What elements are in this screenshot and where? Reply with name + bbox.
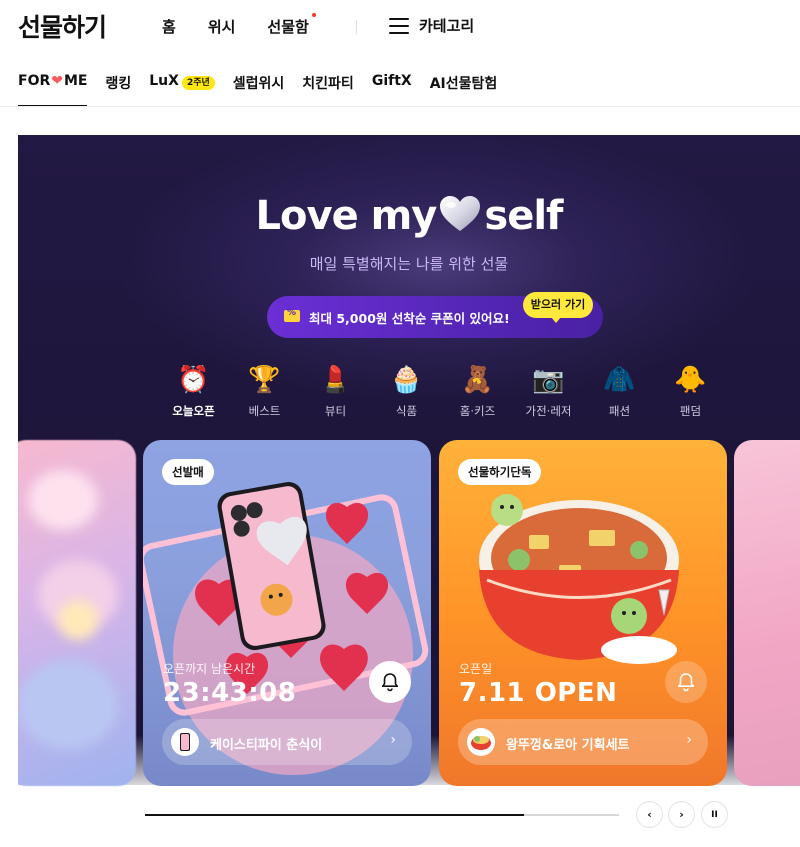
nav-home[interactable]: 홈: [162, 16, 176, 37]
category-label: 뷰티: [324, 404, 347, 418]
tab-for-me[interactable]: FOR ❤ ME: [18, 70, 88, 107]
bell-icon: [677, 673, 695, 692]
countdown-timer: 23:43:08: [163, 678, 297, 708]
category-today-open[interactable]: ⏰ 오늘오픈: [158, 363, 229, 419]
logo[interactable]: 선물하기: [18, 8, 107, 44]
carousel-progress-fill: [145, 814, 525, 816]
coupon-text: 최대 5,000원 선착순 쿠폰이 있어요!: [309, 311, 510, 326]
category-appliance-leisure[interactable]: 📷 가전·레저: [513, 363, 584, 419]
open-date: 7.11 OPEN: [459, 678, 618, 708]
tab-ai-gift[interactable]: AI선물탐험: [430, 70, 498, 107]
tab-for-me-post: ME: [63, 73, 88, 89]
product-thumbnail: [171, 728, 199, 756]
teddy-bear-icon: 🧸: [461, 365, 494, 395]
category-label: 식품: [395, 404, 418, 418]
nav-giftbox[interactable]: 선물함: [267, 13, 316, 37]
product-link[interactable]: 케이스티파이 춘식이 ›: [162, 719, 412, 765]
trophy-icon: 🏆: [248, 365, 281, 395]
category-label: 카테고리: [419, 17, 475, 35]
tab-giftx[interactable]: GiftX: [372, 70, 412, 107]
tab-lux[interactable]: LuX 2주년: [149, 70, 215, 107]
character-heart-icon: 🐥: [674, 365, 707, 395]
category-label: 홈·키즈: [459, 404, 496, 418]
carousel-progress: [145, 814, 619, 816]
cupcake-icon: 🧁: [390, 365, 423, 395]
bell-icon: [381, 673, 399, 692]
category-icons: ⏰ 오늘오픈 🏆 베스트 💄 뷰티 🧁 식품 🧸 홈·키즈 📷 가전·레저 🧥 …: [158, 363, 726, 419]
exclusive-chip: 선물하기단독: [458, 459, 542, 485]
hero-title-right: self: [484, 193, 563, 239]
carousel-card-casetify[interactable]: 선발매 오픈까지 남은시간 23:43:08 케이스티파이 춘식이 ›: [143, 440, 431, 786]
notify-bell-button[interactable]: [665, 661, 707, 703]
coupon-cta-button[interactable]: 받으러 가기: [523, 292, 593, 323]
menu-icon: [389, 17, 409, 34]
category-fashion[interactable]: 🧥 패션: [584, 363, 655, 419]
category-best[interactable]: 🏆 베스트: [229, 363, 300, 419]
tab-for-me-pre: FOR: [18, 73, 51, 89]
carousel-card-next[interactable]: [734, 440, 800, 786]
product-thumbnail: [467, 728, 495, 756]
category-home-kids[interactable]: 🧸 홈·키즈: [442, 363, 513, 419]
nav-wish[interactable]: 위시: [208, 16, 236, 37]
silver-heart-icon: [440, 196, 481, 231]
category-button[interactable]: 카테고리: [389, 15, 474, 36]
category-label: 가전·레저: [525, 404, 572, 418]
tab-chicken-party[interactable]: 치킨파티: [302, 70, 354, 107]
product-name: 케이스티파이 춘식이: [210, 738, 323, 753]
tab-bar: FOR ❤ ME 랭킹 LuX 2주년 셀럽위시 치킨파티 GiftX AI선물…: [18, 70, 515, 107]
tab-lux-label: LuX: [149, 73, 179, 89]
anniversary-badge: 2주년: [181, 76, 215, 90]
notification-dot: [311, 13, 316, 17]
carousel-pause-button[interactable]: II: [702, 802, 727, 827]
alarm-clock-icon: ⏰: [177, 365, 210, 395]
carousel-prev-button[interactable]: ‹: [637, 802, 662, 827]
chevron-right-icon: ›: [390, 732, 396, 748]
tab-celeb-wish[interactable]: 셀럽위시: [233, 70, 285, 107]
coupon-ticket-icon: [284, 308, 300, 322]
category-label: 베스트: [248, 404, 281, 418]
category-label: 오늘오픈: [172, 404, 215, 418]
carousel-card-prev[interactable]: [18, 440, 136, 786]
product-link[interactable]: 왕뚜껑&로아 기획세트 ›: [458, 719, 708, 765]
hero-title: Love my self: [18, 193, 800, 239]
nav-divider: [356, 20, 357, 34]
header: 선물하기 홈 위시 선물함 카테고리: [0, 0, 800, 54]
hero-title-left: Love my: [255, 193, 438, 239]
open-date-label: 오픈일: [459, 662, 493, 676]
nav-giftbox-label: 선물함: [267, 18, 309, 36]
hero-subtitle: 매일 특별해지는 나를 위한 선물: [309, 255, 509, 273]
carousel-card-wangttukkeong[interactable]: 선물하기단독 오픈일 7.11 OPEN 왕뚜껑&로아 기획세트 ›: [439, 440, 727, 786]
lipstick-icon: 💄: [319, 365, 352, 395]
carousel-next-button[interactable]: ›: [669, 802, 694, 827]
countdown-label: 오픈까지 남은시간: [163, 662, 256, 676]
top-nav: 홈 위시 선물함: [162, 13, 341, 37]
category-label: 팬덤: [679, 404, 702, 418]
sweater-icon: 🧥: [603, 365, 636, 395]
category-label: 패션: [608, 404, 631, 418]
notify-bell-button[interactable]: [369, 661, 411, 703]
category-food[interactable]: 🧁 식품: [371, 363, 442, 419]
product-name: 왕뚜껑&로아 기획세트: [506, 738, 630, 753]
tab-ranking[interactable]: 랭킹: [105, 70, 131, 107]
tabs-divider: [0, 106, 800, 107]
category-fandom[interactable]: 🐥 팬덤: [655, 363, 726, 419]
category-beauty[interactable]: 💄 뷰티: [300, 363, 371, 419]
chevron-right-icon: ›: [686, 732, 692, 748]
camera-icon: 📷: [532, 365, 565, 395]
heart-icon: ❤: [51, 73, 63, 89]
prerelease-chip: 선발매: [162, 459, 214, 485]
hero-banner: Love my self 매일 특별해지는 나를 위한 선물 최대 5,000원…: [18, 135, 800, 847]
